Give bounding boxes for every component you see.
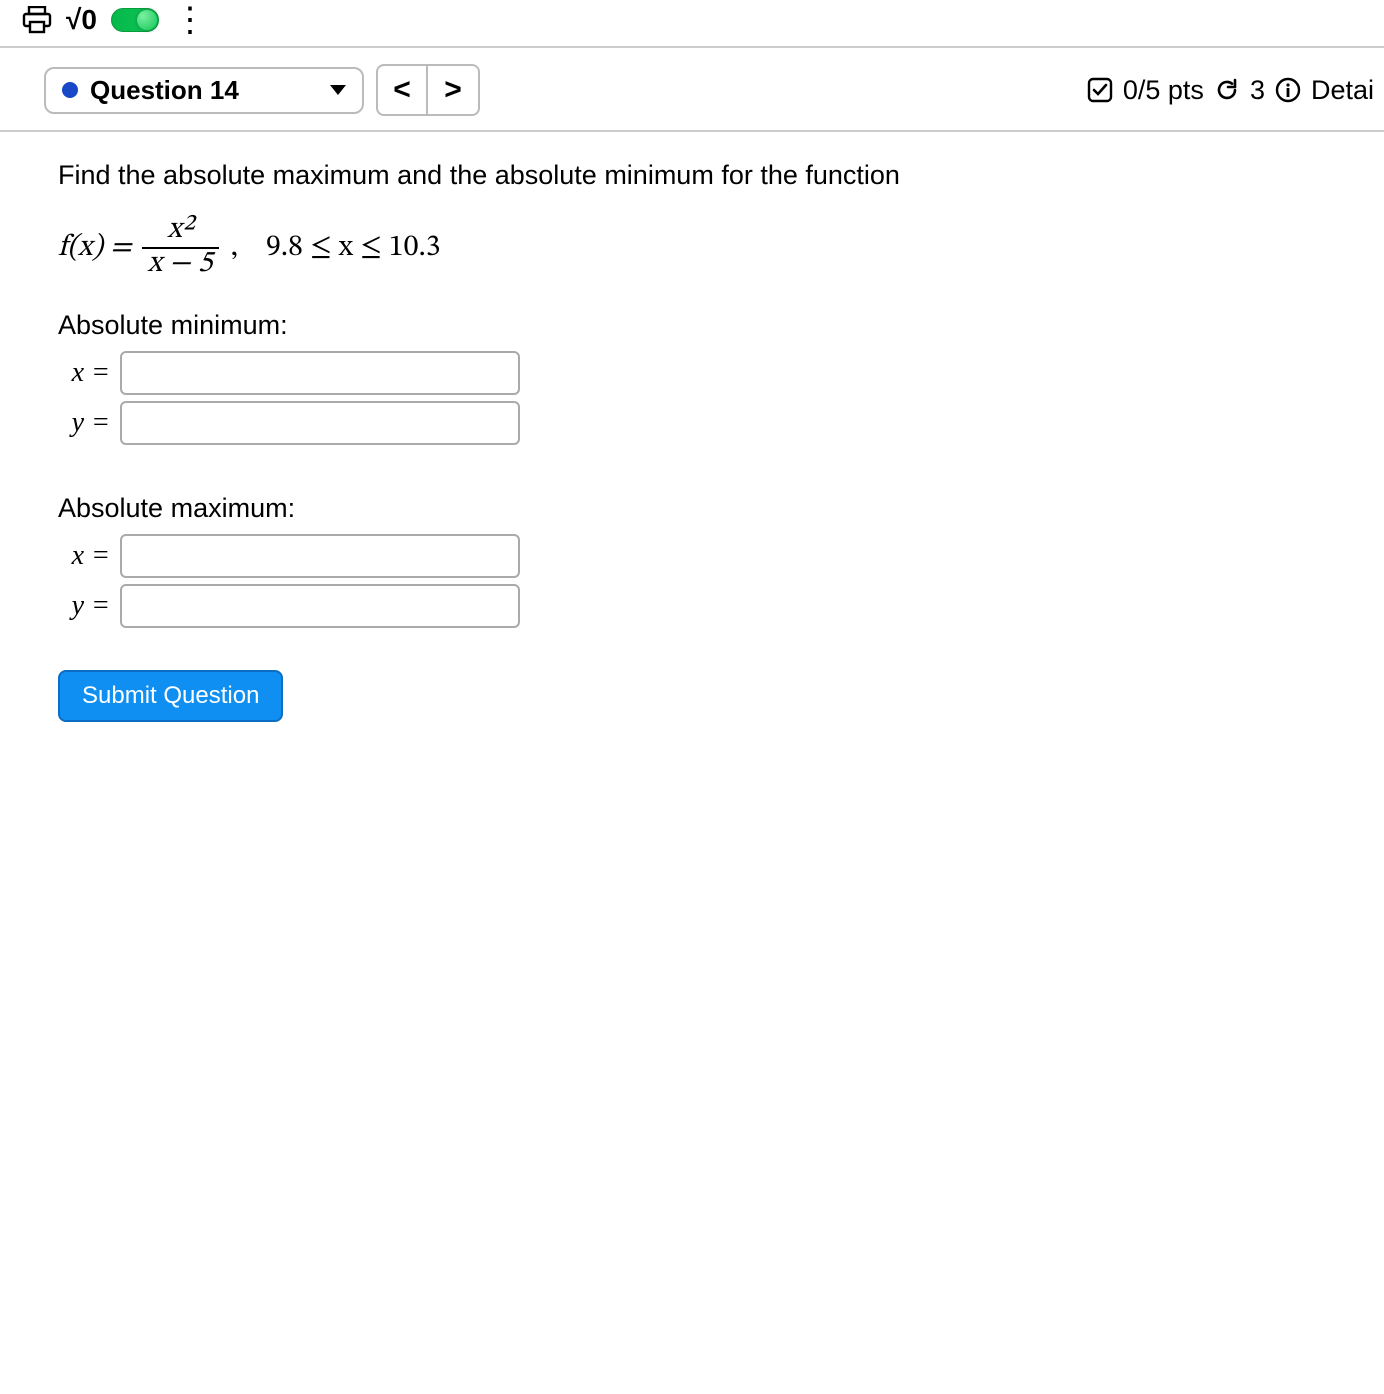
function-definition: f(x) = x² x − 5 , 9.8 ≤ x ≤ 10.3: [58, 215, 1374, 280]
toggle-switch[interactable]: [111, 8, 159, 32]
fraction: x² x − 5: [142, 215, 219, 280]
next-question-button[interactable]: >: [428, 64, 480, 116]
status-dot-icon: [62, 82, 78, 98]
min-y-input[interactable]: [120, 401, 520, 445]
y-equals-label: y =: [58, 590, 110, 622]
fraction-numerator: x²: [161, 215, 199, 247]
domain-text: 9.8 ≤ x ≤ 10.3: [266, 229, 441, 267]
prev-question-button[interactable]: <: [376, 64, 428, 116]
x-equals-label: x =: [58, 357, 110, 389]
x-equals-label: x =: [58, 540, 110, 572]
absolute-minimum-label: Absolute minimum:: [58, 310, 1374, 341]
info-icon[interactable]: [1275, 77, 1301, 103]
question-selector[interactable]: Question 14: [44, 67, 364, 114]
print-icon[interactable]: [22, 6, 52, 34]
max-y-input[interactable]: [120, 584, 520, 628]
absolute-maximum-label: Absolute maximum:: [58, 493, 1374, 524]
min-x-input[interactable]: [120, 351, 520, 395]
question-meta: 0/5 pts 3 Detai: [1087, 75, 1374, 106]
details-link[interactable]: Detai: [1311, 75, 1374, 106]
min-y-row: y =: [58, 401, 1374, 445]
func-lhs: f(x) =: [58, 229, 132, 267]
submit-question-button[interactable]: Submit Question: [58, 670, 283, 722]
checkbox-icon: [1087, 77, 1113, 103]
question-header: Question 14 < > 0/5 pts 3 D: [0, 48, 1384, 132]
retry-icon: [1214, 77, 1240, 103]
question-title: Question 14: [90, 75, 239, 106]
sqrt-tool[interactable]: √0: [66, 4, 97, 36]
score-text: 0/5 pts: [1123, 75, 1204, 106]
min-x-row: x =: [58, 351, 1374, 395]
question-prompt: Find the absolute maximum and the absolu…: [58, 160, 1374, 191]
more-menu-icon[interactable]: ⋮: [173, 15, 207, 25]
chevron-down-icon: [330, 85, 346, 95]
comma: ,: [231, 229, 238, 267]
question-content: Find the absolute maximum and the absolu…: [0, 132, 1384, 732]
max-y-row: y =: [58, 584, 1374, 628]
max-x-input[interactable]: [120, 534, 520, 578]
attempts-text: 3: [1250, 75, 1265, 106]
max-x-row: x =: [58, 534, 1374, 578]
question-nav: < >: [376, 64, 480, 116]
fraction-denominator: x − 5: [142, 249, 219, 281]
utility-toolbar: √0 ⋮: [0, 0, 1384, 48]
y-equals-label: y =: [58, 407, 110, 439]
